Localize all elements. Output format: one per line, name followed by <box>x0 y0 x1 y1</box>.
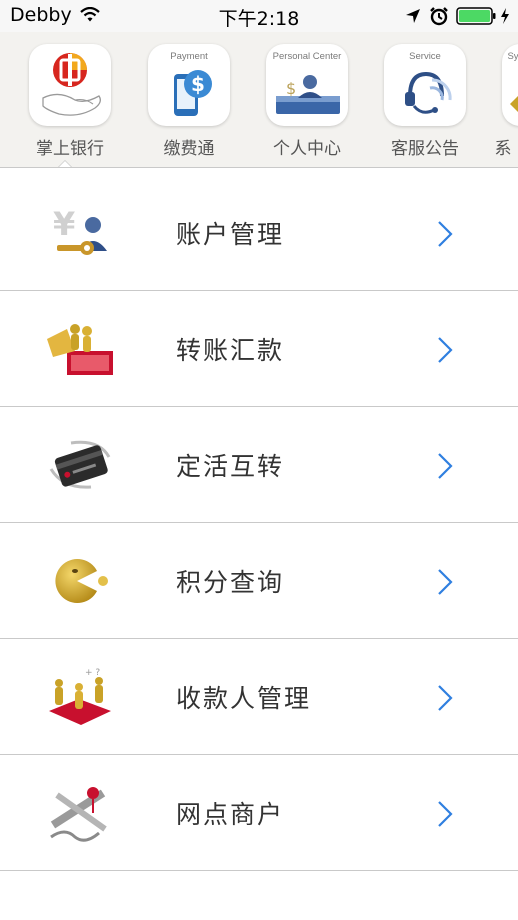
category-label: 系 <box>494 139 512 159</box>
charging-bolt-icon <box>501 8 509 24</box>
gold-pacman-icon <box>55 559 108 603</box>
category-partial[interactable]: Sy 系 <box>495 44 518 164</box>
alarm-clock-icon <box>430 7 448 26</box>
category-label: 个人中心 <box>273 139 341 159</box>
menu-item-payee-management[interactable]: + ? 收款人管理 <box>0 639 518 755</box>
menu-item-label: 账户管理 <box>176 220 285 249</box>
category-caption: Sy <box>507 51 518 62</box>
chevron-right-icon <box>438 569 453 595</box>
location-arrow-icon <box>406 9 420 23</box>
status-bar: Debby 下午2:18 <box>0 0 518 32</box>
menu-item-transfer[interactable]: 转账汇款 <box>0 291 518 407</box>
chevron-right-icon <box>438 685 453 711</box>
menu-list: ¥ 账户管理 转账汇款 定活互转 积分查询 + ? 收款人管理 网点商户 <box>0 175 518 871</box>
person-desk-icon: $ Personal Center <box>266 44 348 126</box>
headset-icon: Service <box>384 44 466 126</box>
menu-item-label: 收款人管理 <box>176 684 312 713</box>
svg-text:$: $ <box>286 79 296 98</box>
svg-text:¥: ¥ <box>53 205 75 243</box>
menu-item-label: 网点商户 <box>176 800 285 829</box>
category-payment[interactable]: $ Payment 缴费通 <box>146 44 234 164</box>
chevron-right-icon <box>438 221 453 247</box>
menu-item-label: 定活互转 <box>176 452 285 481</box>
menu-item-label: 转账汇款 <box>176 336 285 365</box>
chevron-right-icon <box>438 453 453 479</box>
category-caption: Payment <box>170 51 208 62</box>
menu-item-fixed-current-transfer[interactable]: 定活互转 <box>0 407 518 523</box>
menu-item-points-query[interactable]: 积分查询 <box>0 523 518 639</box>
category-caption: Personal Center <box>272 51 342 62</box>
category-label: 掌上银行 <box>36 139 104 159</box>
chevron-right-icon <box>438 337 453 363</box>
menu-item-label: 积分查询 <box>176 568 285 597</box>
category-bar: 掌上银行 $ Payment 缴费通 $ Personal Center 个人中… <box>0 32 518 168</box>
selection-indicator <box>58 160 72 167</box>
yuan-key-user-icon: ¥ <box>53 205 107 255</box>
category-caption: Service <box>409 51 441 62</box>
svg-text:+ ?: + ? <box>85 668 100 678</box>
bank-logo-hand-icon <box>29 44 111 126</box>
phone-dollar-icon: $ Payment <box>148 44 230 126</box>
battery-icon <box>456 7 496 25</box>
map-pin-icon <box>50 787 107 842</box>
menu-item-account-management[interactable]: ¥ 账户管理 <box>0 175 518 291</box>
category-mobile-bank[interactable]: 掌上银行 <box>27 44 115 164</box>
gold-people-transfer-icon <box>47 324 113 375</box>
category-label: 缴费通 <box>163 139 215 159</box>
bank-card-rotate-icon <box>49 440 111 489</box>
partial-gold-icon: Sy <box>502 44 518 126</box>
category-personal-center[interactable]: $ Personal Center 个人中心 <box>264 44 352 164</box>
chevron-right-icon <box>438 801 453 827</box>
menu-item-branch-merchants[interactable]: 网点商户 <box>0 755 518 871</box>
payee-group-icon: + ? <box>49 668 111 725</box>
svg-text:$: $ <box>191 72 205 96</box>
